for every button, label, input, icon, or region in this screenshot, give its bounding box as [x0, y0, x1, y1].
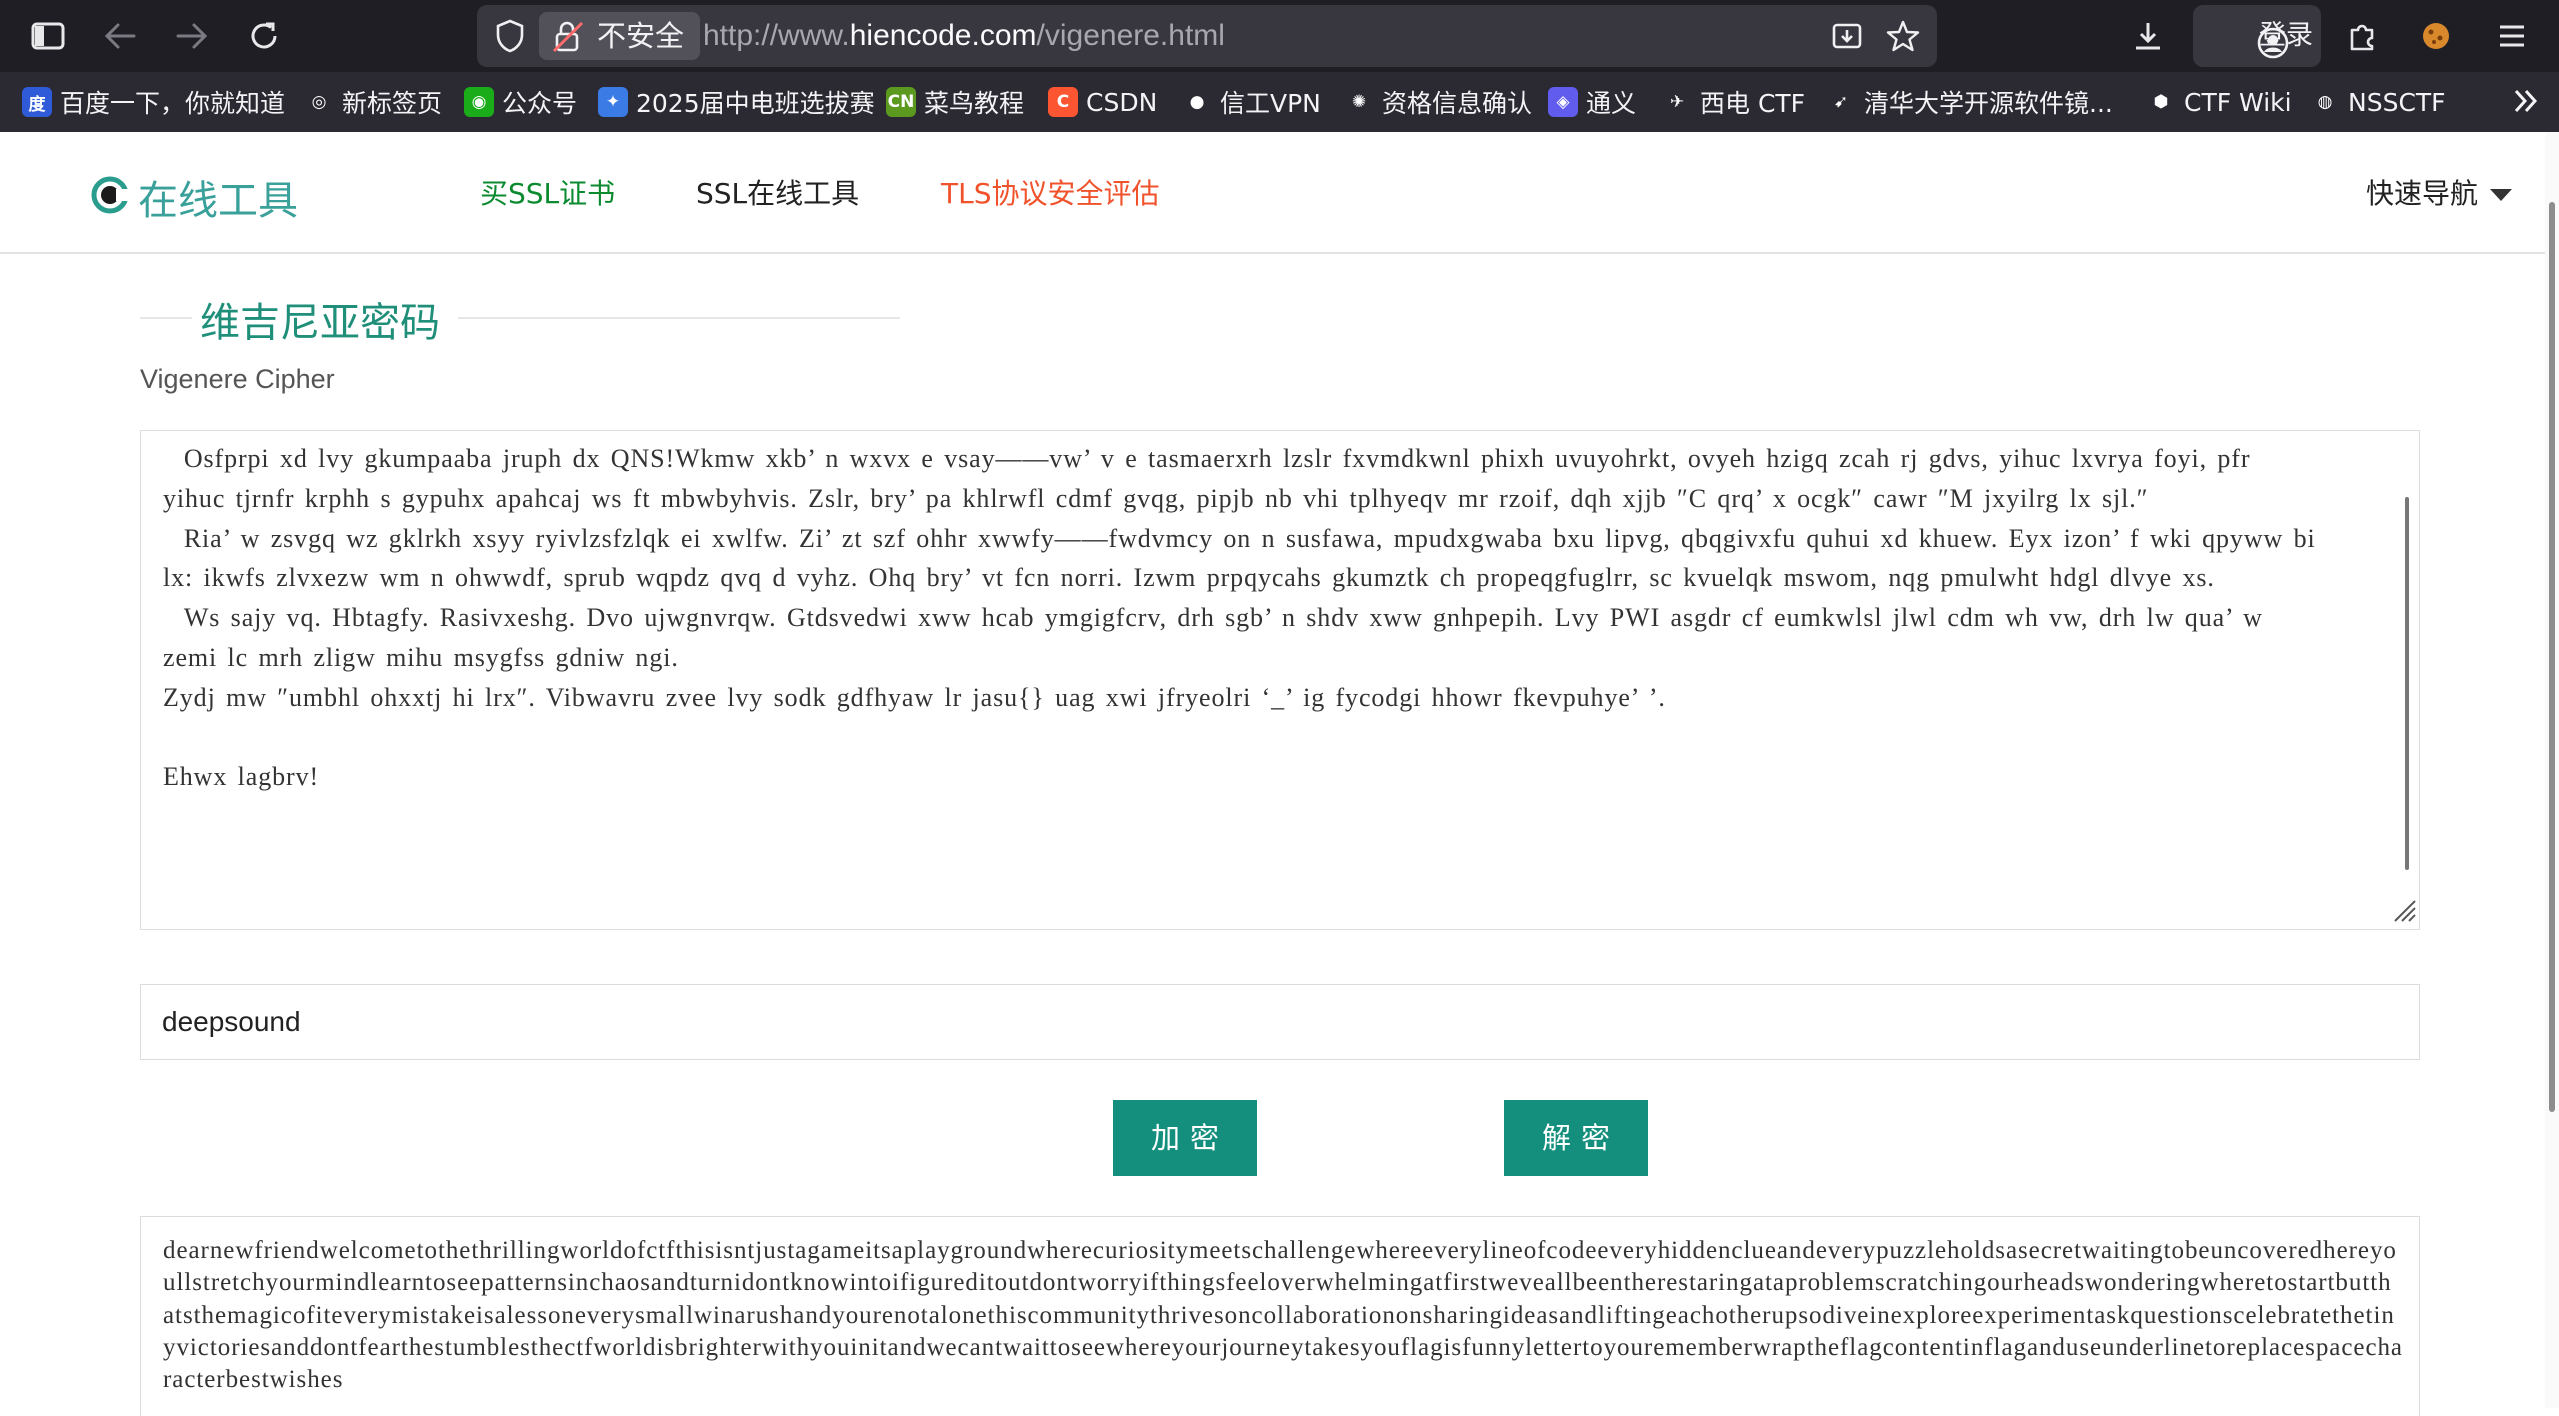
page-content: 在线工具 买SSL证书 SSL在线工具 TLS协议安全评估 快速导航 维吉尼亚密… — [0, 132, 2559, 1416]
bookmarks-bar: 度百度一下，你就知道 ◎ 新标签页 ◉ 公众号 ✦ 2025届中电班选拔赛 CN 菜鸟教程 C CS… — [0, 72, 2559, 132]
browser-toolbar: 不安全 http://www.hiencode.com/vigenere.htm… — [0, 0, 2559, 72]
bookmark-label: NSSCTF — [2348, 87, 2446, 117]
bookmark-item[interactable]: 度百度一下，你就知道 — [22, 72, 285, 132]
tongyi-icon: ◈ — [1548, 87, 1578, 117]
globe-icon: ◎ — [304, 87, 334, 117]
menu-hamburger-icon[interactable] — [2488, 12, 2536, 60]
bookmark-item[interactable]: CN 菜鸟教程 — [886, 72, 1024, 132]
result-text: dearnewfriendwelcometothethrillingworldo… — [163, 1237, 2403, 1394]
bookmark-label: 百度一下，你就知道 — [60, 89, 286, 118]
ctf-icon: ✈ — [1662, 87, 1692, 117]
title-divider-right — [458, 317, 900, 319]
bookmark-label: 菜鸟教程 — [924, 89, 1025, 118]
bookmark-item[interactable]: C CSDN — [1048, 72, 1157, 132]
nssctf-icon: ◍ — [2310, 87, 2340, 117]
url-text[interactable]: http://www.hiencode.com/vigenere.html — [703, 5, 1225, 67]
bookmark-item[interactable]: ◎ 新标签页 — [304, 72, 442, 132]
logo-mark-icon — [90, 175, 130, 219]
bookmark-item[interactable]: ⬢ CTF Wiki — [2146, 72, 2292, 132]
url-domain: hiencode.com — [849, 19, 1037, 52]
ctfwiki-icon: ⬢ — [2146, 87, 2176, 117]
install-app-icon[interactable] — [1825, 14, 1869, 58]
quick-nav-label: 快速导航 — [2366, 177, 2479, 210]
csdn-icon: C — [1048, 87, 1078, 117]
url-path: /vigenere.html — [1036, 19, 1225, 52]
resize-grip-icon[interactable] — [2389, 895, 2417, 927]
page-title: 维吉尼亚密码 — [200, 300, 440, 346]
url-prefix: http://www. — [703, 19, 850, 52]
runoob-icon: CN — [886, 87, 916, 117]
key-input[interactable]: deepsound — [140, 984, 2420, 1060]
logo-text: 在线工具 — [138, 178, 298, 224]
bookmark-label: CSDN — [1086, 87, 1158, 117]
bookmark-label: 清华大学开源软件镜... — [1864, 89, 2113, 118]
site-logo[interactable]: 在线工具 — [90, 168, 298, 226]
page-subtitle: Vigenere Cipher — [140, 364, 335, 394]
forward-arrow-icon[interactable] — [168, 12, 216, 60]
vpn-icon: ● — [1182, 87, 1212, 117]
bookmark-star-icon[interactable] — [1881, 14, 1925, 58]
decrypt-button[interactable]: 解密 — [1504, 1100, 1648, 1176]
title-divider-left — [140, 317, 192, 319]
security-indicator[interactable]: 不安全 — [539, 12, 701, 60]
bookmark-label: 信工VPN — [1220, 89, 1321, 118]
caret-down-icon — [2490, 189, 2513, 201]
cipher-textarea[interactable]: Osfprpi xd lvy gkumpaaba jruph dx QNS!Wk… — [140, 430, 2420, 930]
bookmark-label: CTF Wiki — [2184, 87, 2292, 117]
result-textarea[interactable]: dearnewfriendwelcometothethrillingworldo… — [140, 1216, 2420, 1416]
downloads-icon[interactable] — [2124, 12, 2172, 60]
bookmark-label: 新标签页 — [342, 89, 443, 118]
nav-ssl-tools[interactable]: SSL在线工具 — [696, 172, 859, 212]
cipher-text: Osfprpi xd lvy gkumpaaba jruph dx QNS!Wk… — [163, 444, 2316, 792]
bookmark-item[interactable]: ✺ 资格信息确认 — [1344, 72, 1532, 132]
security-label: 不安全 — [597, 19, 685, 53]
textarea-scrollbar[interactable] — [2405, 497, 2409, 870]
insecure-lock-icon — [551, 20, 585, 68]
wechat-icon: ◉ — [464, 87, 494, 117]
bookmark-label: 通义 — [1586, 89, 1637, 118]
bookmark-item[interactable]: ◈ 通义 — [1548, 72, 1636, 132]
contest-icon: ✦ — [598, 87, 628, 117]
bookmark-item[interactable]: ➹ 清华大学开源软件镜... — [1826, 72, 2113, 132]
address-bar[interactable]: 不安全 http://www.hiencode.com/vigenere.htm… — [477, 5, 1937, 67]
site-header: 在线工具 买SSL证书 SSL在线工具 TLS协议安全评估 快速导航 — [0, 132, 2545, 254]
bookmark-item[interactable]: ● 信工VPN — [1182, 72, 1321, 132]
sidebar-toggle-icon[interactable] — [24, 12, 72, 60]
shield-icon[interactable] — [495, 19, 525, 57]
back-arrow-icon[interactable] — [96, 12, 144, 60]
extensions-icon[interactable] — [2338, 12, 2386, 60]
quick-nav-dropdown[interactable]: 快速导航 — [2366, 172, 2513, 212]
nav-tls-assessment[interactable]: TLS协议安全评估 — [941, 172, 1159, 212]
bookmark-label: 2025届中电班选拔赛 — [636, 89, 875, 118]
bookmark-item[interactable]: ◉ 公众号 — [464, 72, 577, 132]
settings-icon: ✺ — [1344, 87, 1374, 117]
bookmark-item[interactable]: ✈ 西电 CTF — [1662, 72, 1805, 132]
bookmark-item[interactable]: ✦ 2025届中电班选拔赛 — [598, 72, 875, 132]
tuna-icon: ➹ — [1826, 87, 1856, 117]
extension-cookie-icon[interactable] — [2412, 12, 2460, 60]
bookmark-item[interactable]: ◍ NSSCTF — [2310, 72, 2446, 132]
account-login-button[interactable]: 登录 — [2193, 5, 2321, 67]
bookmark-label: 公众号 — [502, 89, 578, 118]
reload-icon[interactable] — [240, 12, 288, 60]
more-bookmarks-icon[interactable] — [2511, 86, 2541, 120]
bookmark-label: 资格信息确认 — [1382, 89, 1533, 118]
page-scrollbar-thumb[interactable] — [2549, 202, 2555, 1112]
nav-buy-ssl[interactable]: 买SSL证书 — [480, 172, 615, 212]
baidu-icon: 度 — [22, 87, 52, 117]
bookmark-label: 西电 CTF — [1700, 89, 1806, 118]
encrypt-button[interactable]: 加密 — [1113, 1100, 1257, 1176]
